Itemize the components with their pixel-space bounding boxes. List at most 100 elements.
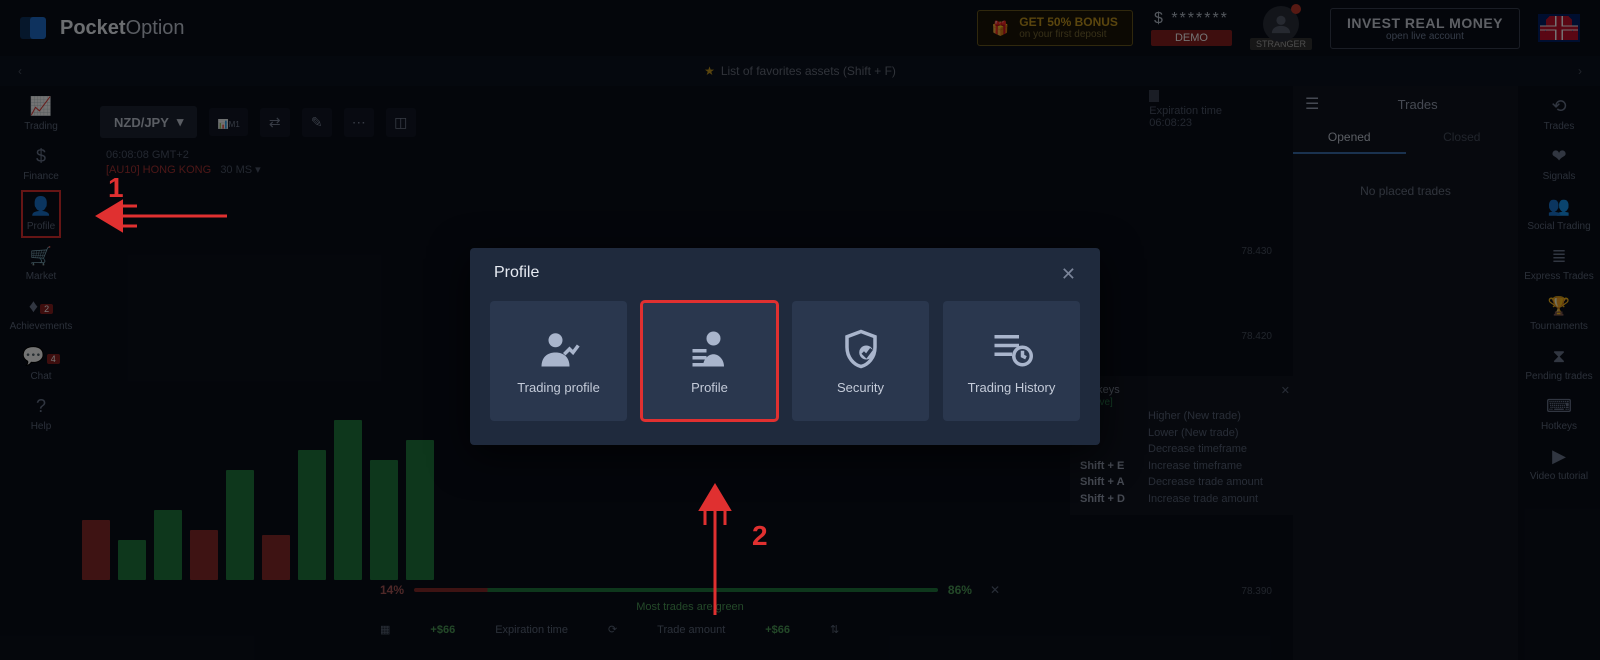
avatar-icon — [1263, 6, 1299, 42]
trading-profile-icon — [538, 328, 580, 370]
chart-meta: 06:08:08 GMT+2 [AU10] HONG KONG 30 MS ▾ — [106, 148, 261, 179]
video-icon: ▶ — [1552, 446, 1566, 467]
logo-mark-icon — [20, 17, 52, 39]
expiration-time: 06:08:23 — [1149, 117, 1192, 129]
calendar-icon: ▦ — [380, 623, 390, 636]
close-icon[interactable]: ✕ — [990, 583, 1000, 597]
nav-trades[interactable]: ⟲Trades — [1544, 96, 1575, 132]
trophy-icon: 🏆 — [1548, 296, 1570, 317]
gift-icon: 🎁 — [992, 20, 1009, 37]
nav-finance[interactable]: $Finance — [23, 146, 59, 182]
indicators-button[interactable]: ⇄ — [260, 108, 290, 137]
nav-express[interactable]: ≣Express Trades — [1524, 246, 1593, 282]
nav-pending[interactable]: ⧗Pending trades — [1525, 346, 1592, 382]
profile-icon — [689, 328, 731, 370]
chat-icon: 💬4 — [22, 346, 59, 367]
pair-selector[interactable]: NZD/JPY ▾ — [100, 106, 197, 138]
logo-text: PocketOption — [60, 17, 185, 40]
express-icon: ≣ — [1551, 246, 1566, 267]
nav-achievements[interactable]: ♦2Achievements — [10, 296, 73, 332]
card-trading-profile[interactable]: Trading profile — [490, 301, 627, 421]
annotation-arrow-1 — [92, 186, 232, 251]
multichart-button[interactable]: ◫ — [386, 108, 416, 137]
star-icon: ★ — [704, 64, 715, 78]
chart-line-icon: 📈 — [30, 96, 52, 117]
sentiment-bar — [414, 588, 938, 592]
diamond-icon: ♦2 — [29, 296, 53, 317]
menu-icon[interactable]: ☰ — [1305, 94, 1319, 114]
drawings-button[interactable]: ✎ — [302, 108, 332, 137]
favorites-text[interactable]: List of favorites assets (Shift + F) — [721, 64, 896, 78]
settings-icon[interactable]: ⇅ — [830, 623, 839, 636]
cart-icon: 🛒 — [30, 246, 52, 267]
nav-video[interactable]: ▶Video tutorial — [1530, 446, 1588, 482]
history-icon: ⟲ — [1551, 96, 1566, 117]
chevron-left-icon[interactable]: ‹ — [18, 64, 22, 78]
no-trades-text: No placed trades — [1293, 154, 1518, 228]
trades-tabs: Opened Closed — [1293, 122, 1518, 154]
expiration-box: Expiration time 06:08:23 — [1149, 90, 1222, 129]
refresh-icon[interactable]: ⟳ — [608, 623, 617, 636]
trades-panel: ☰ Trades Opened Closed No placed trades — [1293, 86, 1518, 660]
tab-closed[interactable]: Closed — [1406, 122, 1519, 154]
card-profile[interactable]: Profile — [641, 301, 778, 421]
bonus-banner[interactable]: 🎁 GET 50% BONUS on your first deposit — [977, 10, 1133, 46]
nav-profile[interactable]: 👤Profile — [27, 196, 55, 232]
candlestick-chart — [82, 420, 434, 580]
signals-icon: ❤ — [1551, 146, 1566, 167]
balance-value: $ ******* — [1154, 10, 1229, 28]
header: PocketOption 🎁 GET 50% BONUS on your fir… — [0, 0, 1600, 56]
card-security[interactable]: Security — [792, 301, 929, 421]
nav-tournaments[interactable]: 🏆Tournaments — [1530, 296, 1588, 332]
help-icon: ? — [36, 396, 46, 417]
nav-trading[interactable]: 📈Trading — [24, 96, 58, 132]
balance-box[interactable]: $ ******* DEMO — [1151, 10, 1232, 46]
invest-button[interactable]: INVEST REAL MONEY open live account — [1330, 8, 1520, 49]
profile-modal: Profile ✕ Trading profile Profile Securi… — [470, 248, 1100, 445]
caret-down-icon: ▾ — [177, 114, 184, 130]
bonus-title: GET 50% BONUS — [1019, 15, 1118, 29]
bonus-subtitle: on your first deposit — [1019, 29, 1118, 41]
social-icon: 👥 — [1548, 196, 1570, 217]
demo-badge: DEMO — [1151, 30, 1232, 46]
tab-opened[interactable]: Opened — [1293, 122, 1406, 154]
user-icon: 👤 — [30, 196, 52, 217]
pending-icon: ⧗ — [1553, 346, 1566, 367]
left-nav: 📈Trading $Finance 👤Profile 🛒Market ♦2Ach… — [0, 86, 82, 660]
chart-time: 06:08:08 GMT+2 — [106, 148, 261, 163]
annotation-number-2: 2 — [752, 520, 768, 552]
close-icon[interactable]: ✕ — [1061, 264, 1076, 285]
security-icon — [840, 328, 882, 370]
trades-title: Trades — [1329, 97, 1506, 112]
nav-help[interactable]: ?Help — [31, 396, 52, 432]
hotkeys-panel: Hotkeys ✕ [Active] WHigher (New trade) S… — [1070, 376, 1300, 515]
sentiment-green: 86% — [948, 583, 972, 597]
logo[interactable]: PocketOption — [20, 17, 185, 40]
hotkeys-icon: ⌨ — [1546, 396, 1572, 417]
chart-toolbar: NZD/JPY ▾ 📊M1 ⇄ ✎ ⋯ ◫ — [100, 106, 416, 138]
avatar-box[interactable]: STRANGER — [1250, 6, 1312, 50]
invest-title: INVEST REAL MONEY — [1347, 15, 1503, 31]
expiration-label: Expiration time — [1149, 105, 1222, 117]
dollar-icon: $ — [36, 146, 46, 167]
sentiment-red: 14% — [380, 583, 404, 597]
right-nav: ⟲Trades ❤Signals 👥Social Trading ≣Expres… — [1518, 86, 1600, 660]
nav-hotkeys[interactable]: ⌨Hotkeys — [1541, 396, 1577, 432]
annotation-arrow-2 — [685, 480, 745, 625]
chevron-right-icon[interactable]: › — [1578, 64, 1582, 78]
notification-dot-icon — [1291, 4, 1301, 14]
nav-signals[interactable]: ❤Signals — [1543, 146, 1576, 182]
nav-chat[interactable]: 💬4Chat — [22, 346, 59, 382]
favorites-bar: ‹ ★ List of favorites assets (Shift + F)… — [0, 56, 1600, 86]
trading-history-icon — [991, 328, 1033, 370]
close-icon[interactable]: ✕ — [1281, 384, 1290, 397]
more-button[interactable]: ⋯ — [344, 108, 374, 137]
card-trading-history[interactable]: Trading History — [943, 301, 1080, 421]
invest-subtitle: open live account — [1347, 31, 1503, 42]
flag-icon — [1149, 90, 1159, 102]
nav-social[interactable]: 👥Social Trading — [1527, 196, 1590, 232]
nav-market[interactable]: 🛒Market — [26, 246, 57, 282]
language-flag-icon[interactable] — [1538, 14, 1580, 42]
chart-type-button[interactable]: 📊M1 — [209, 108, 247, 136]
hotkeys-active: [Active] — [1080, 397, 1290, 408]
